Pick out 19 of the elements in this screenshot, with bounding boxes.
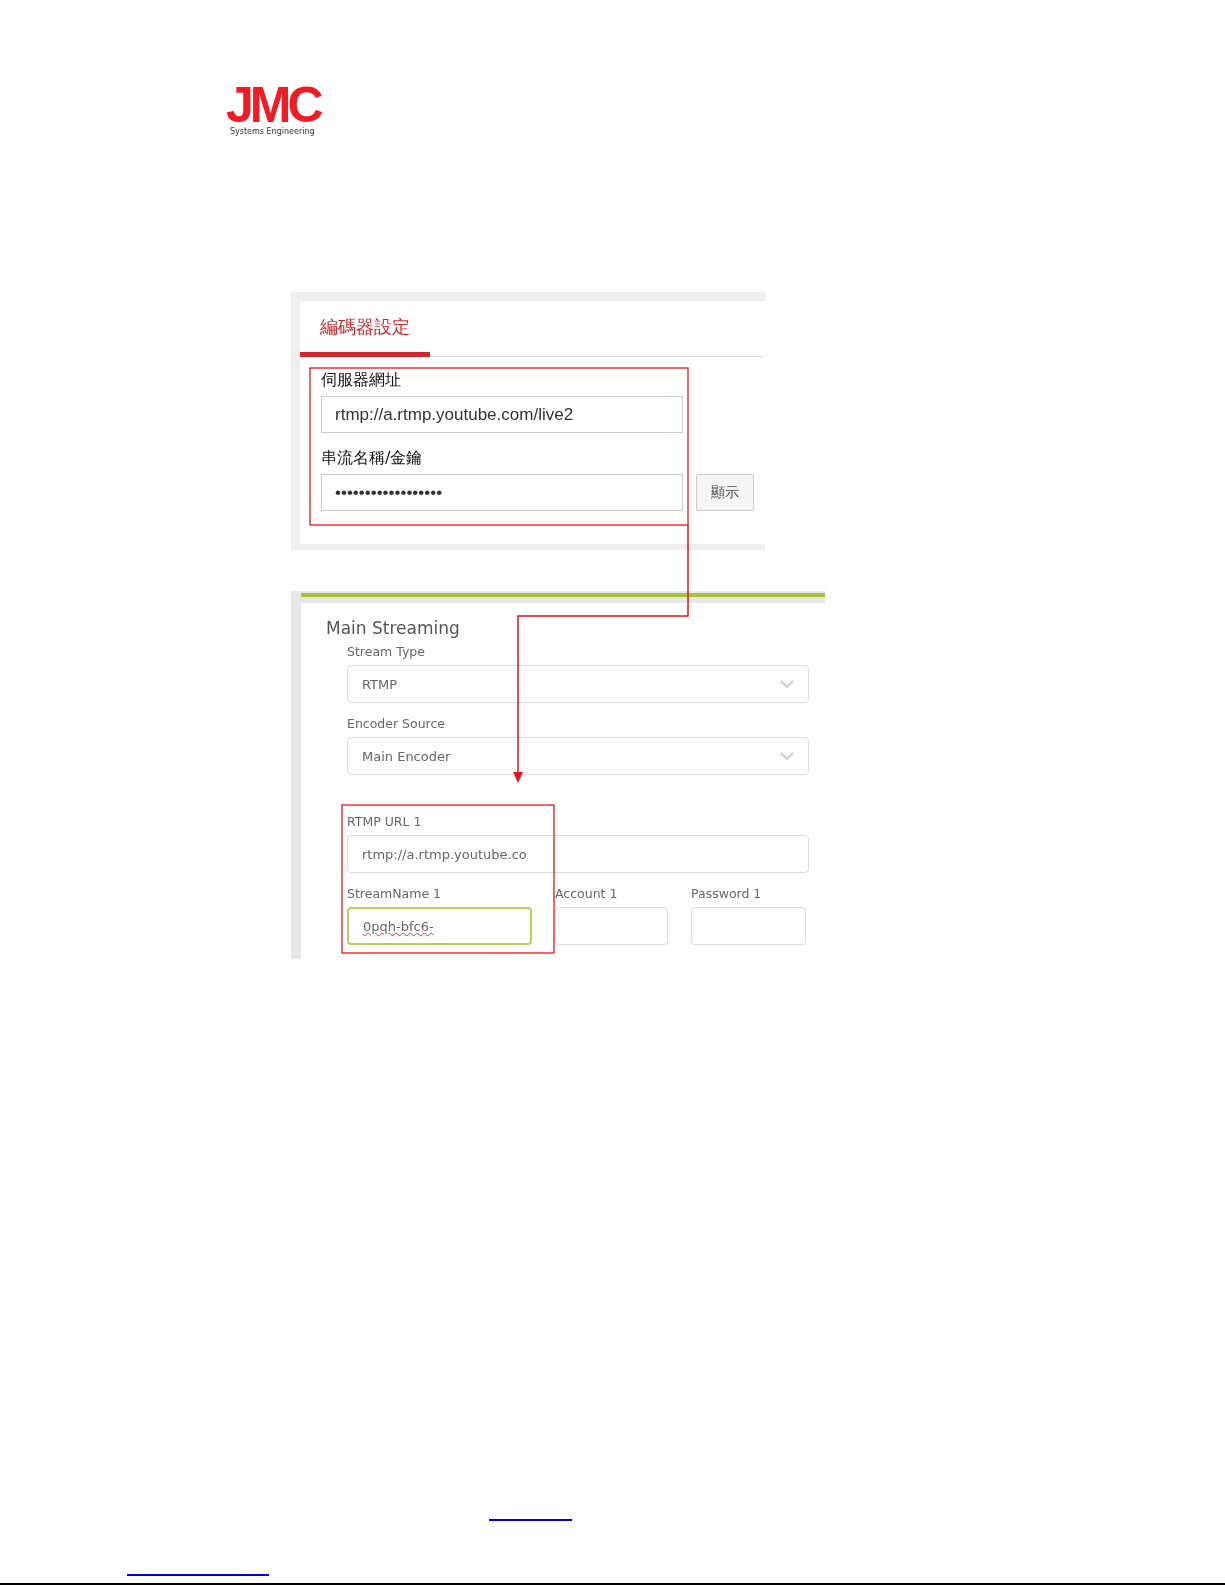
dropdown-field[interactable]: Main Encoder xyxy=(347,737,809,775)
field-label: 伺服器網址 xyxy=(321,369,402,391)
field-label: RTMP URL 1 xyxy=(347,813,423,831)
field-label: Encoder Source xyxy=(347,715,446,733)
input-field[interactable]: rtmp://a.rtmp.youtube.com/live2 xyxy=(321,396,683,433)
show-button[interactable]: 顯示 xyxy=(696,474,754,511)
field-label: Password 1 xyxy=(691,885,763,903)
field-label: StreamName 1 xyxy=(347,885,443,903)
logo-tagline: Systems Engineering xyxy=(230,126,315,138)
settings-tab[interactable]: 編碼器設定 xyxy=(300,315,430,357)
input-field[interactable]: rtmp://a.rtmp.youtube.co xyxy=(347,835,809,873)
field-label: Account 1 xyxy=(555,885,619,903)
field-label: Stream Type xyxy=(347,643,426,661)
dropdown-field[interactable]: RTMP xyxy=(347,665,809,703)
logo-mark: JMC xyxy=(226,84,320,126)
section-title: Main Streaming xyxy=(326,617,461,639)
field-label: 串流名稱/金鑰 xyxy=(321,447,424,469)
input-field[interactable]: 0pqh-bfc6- xyxy=(347,907,532,945)
input-field[interactable]: •••••••••••••••••• xyxy=(321,474,683,511)
